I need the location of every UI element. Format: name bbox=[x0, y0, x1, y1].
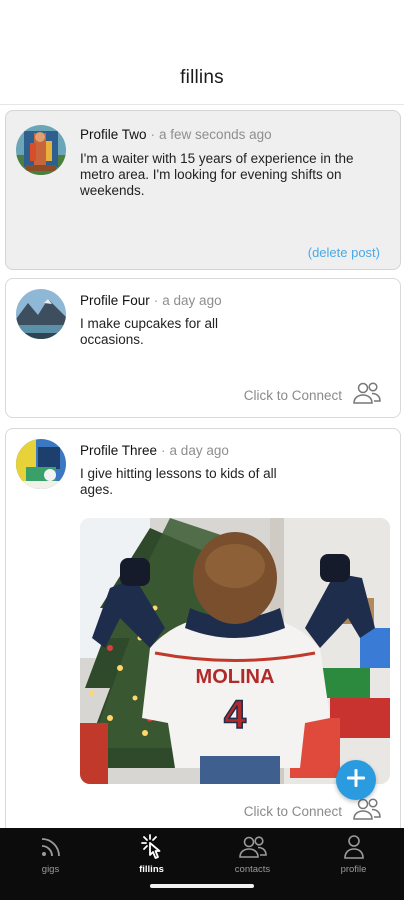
avatar[interactable] bbox=[16, 125, 66, 175]
post-card: Profile Four · a day ago I make cupcakes f… bbox=[5, 278, 401, 418]
tab-contacts[interactable]: contacts bbox=[202, 828, 303, 878]
add-post-button[interactable] bbox=[336, 760, 376, 800]
avatar[interactable] bbox=[16, 289, 66, 339]
post-time: a day ago bbox=[169, 443, 229, 458]
separator-dot: · bbox=[153, 293, 159, 308]
connect-label: Click to Connect bbox=[243, 388, 342, 403]
contacts-icon bbox=[238, 834, 268, 860]
separator-dot: · bbox=[150, 127, 156, 142]
post-time: a day ago bbox=[162, 293, 222, 308]
jersey-name: MOLINA bbox=[196, 666, 275, 688]
plus-icon bbox=[345, 767, 367, 794]
app-header: fillins bbox=[0, 0, 404, 106]
fillins-icon bbox=[138, 834, 166, 860]
header-divider bbox=[0, 104, 404, 105]
author-name[interactable]: Profile Three bbox=[80, 443, 157, 458]
post-text: I make cupcakes for all occasions. bbox=[80, 316, 219, 347]
post-header: Profile Two · a few seconds ago bbox=[80, 127, 388, 142]
post-text: I give hitting lessons to kids of all ag… bbox=[80, 466, 277, 497]
avatar[interactable] bbox=[16, 439, 66, 489]
tab-label: fillins bbox=[139, 864, 164, 875]
author-name[interactable]: Profile Two bbox=[80, 127, 147, 142]
post-card-own: Profile Two · a few seconds ago I'm a wait… bbox=[5, 110, 401, 270]
jersey-number: 4 bbox=[224, 693, 247, 737]
connect-button[interactable]: Click to Connect bbox=[244, 381, 382, 410]
bottom-tab-bar: gigs fillins contacts profile bbox=[0, 828, 404, 878]
gigs-icon bbox=[38, 834, 64, 860]
post-photo[interactable]: MOLINA 4 bbox=[80, 518, 390, 784]
system-nav-area bbox=[0, 878, 404, 900]
tab-gigs[interactable]: gigs bbox=[0, 828, 101, 878]
tab-fillins[interactable]: fillins bbox=[101, 828, 202, 878]
profile-icon bbox=[342, 834, 366, 860]
page-title: fillins bbox=[180, 67, 224, 88]
post-header: Profile Three · a day ago bbox=[80, 443, 388, 458]
add-contact-icon bbox=[352, 797, 382, 826]
add-contact-icon bbox=[352, 381, 382, 410]
post-header: Profile Four · a day ago bbox=[80, 293, 388, 308]
tab-label: gigs bbox=[41, 864, 60, 875]
tab-profile[interactable]: profile bbox=[303, 828, 404, 878]
post-text: I'm a waiter with 15 years of experience… bbox=[80, 151, 354, 198]
connect-label: Click to Connect bbox=[243, 804, 342, 819]
home-indicator[interactable] bbox=[150, 884, 254, 888]
post-time: a few seconds ago bbox=[159, 127, 272, 142]
tab-label: contacts bbox=[234, 864, 271, 875]
delete-post-link[interactable]: (delete post) bbox=[308, 245, 380, 260]
author-name[interactable]: Profile Four bbox=[80, 293, 150, 308]
connect-button[interactable]: Click to Connect bbox=[244, 797, 382, 826]
separator-dot: · bbox=[161, 443, 166, 458]
tab-label: profile bbox=[340, 864, 367, 875]
post-feed[interactable]: Profile Two · a few seconds ago I'm a wait… bbox=[0, 106, 404, 828]
